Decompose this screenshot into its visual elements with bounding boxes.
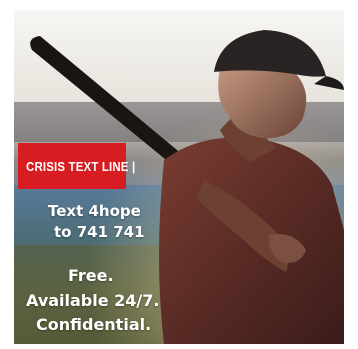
text-instruction-line-1: Text 4hope bbox=[48, 202, 141, 220]
crisis-text-line-badge: CRISIS TEXT LINE | bbox=[18, 143, 135, 189]
message-confidential: Confidential. bbox=[36, 315, 152, 334]
message-available: Available 24/7. bbox=[26, 291, 160, 310]
badge-label: CRISIS TEXT LINE | bbox=[26, 158, 136, 174]
ad-canvas: CRISIS TEXT LINE | Text 4hope to 741 741… bbox=[0, 0, 358, 349]
text-instruction-line-2: to 741 741 bbox=[54, 223, 145, 241]
message-free: Free. bbox=[68, 266, 114, 285]
